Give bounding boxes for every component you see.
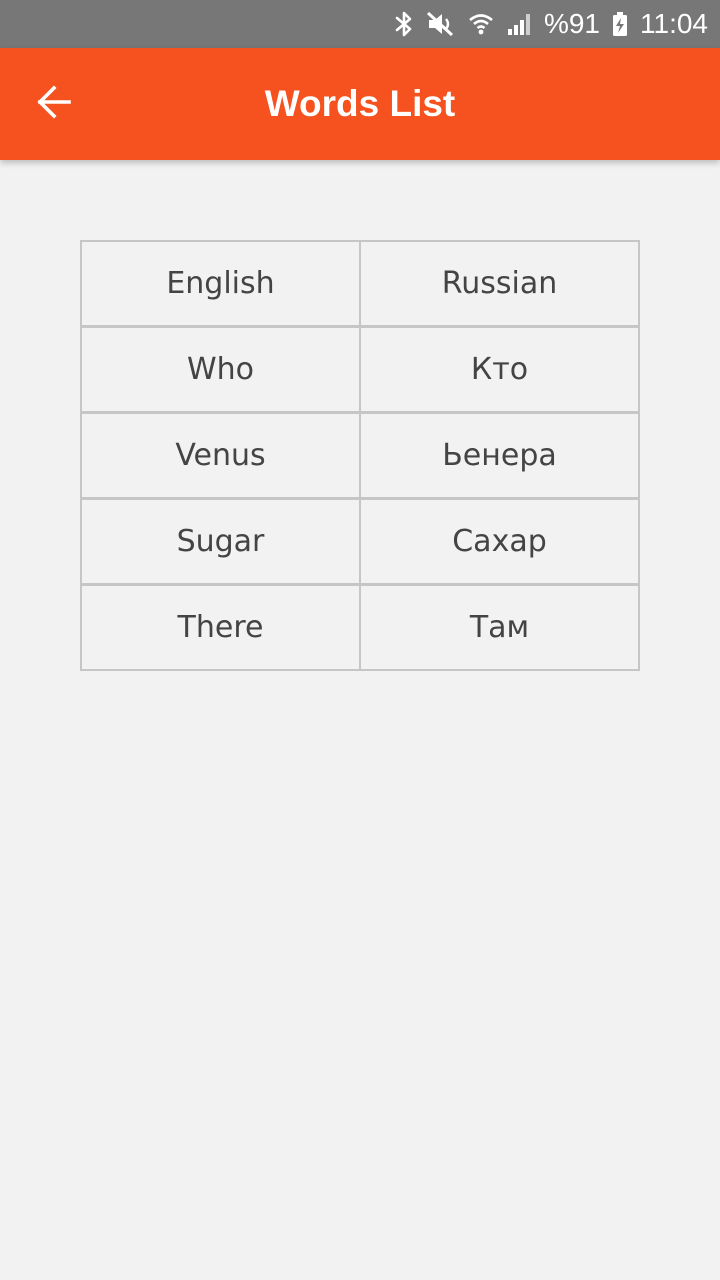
table-row: Venus Ьенера [80, 411, 640, 500]
status-time: 11:04 [640, 8, 708, 39]
battery-percent: %91 [543, 8, 600, 39]
cell-signal-icon [506, 10, 532, 38]
app-bar: Words List [0, 48, 720, 160]
table-row: There Там [80, 583, 640, 671]
status-icons: %91 11:04 [394, 0, 708, 48]
mute-icon [426, 10, 456, 38]
table-header-russian: Russian [359, 240, 640, 328]
table-row: Who Кто [80, 325, 640, 414]
table-cell-english: Sugar [80, 497, 361, 586]
table-row: Sugar Сахар [80, 497, 640, 586]
table-cell-russian: Ьенера [359, 411, 640, 500]
table-header-english: English [80, 240, 361, 328]
status-bar: %91 11:04 [0, 0, 720, 48]
battery-charging-icon [612, 10, 628, 38]
table-cell-english: There [80, 583, 361, 671]
wifi-icon [468, 10, 494, 38]
table-cell-english: Venus [80, 411, 361, 500]
words-table: English Russian Who Кто Venus Ьенера Sug… [80, 240, 640, 671]
table-cell-russian: Сахар [359, 497, 640, 586]
table-cell-english: Who [80, 325, 361, 414]
bluetooth-icon [394, 10, 414, 38]
page-title: Words List [264, 83, 456, 124]
table-header-row: English Russian [80, 240, 640, 328]
table-cell-russian: Там [359, 583, 640, 671]
table-cell-russian: Кто [359, 325, 640, 414]
